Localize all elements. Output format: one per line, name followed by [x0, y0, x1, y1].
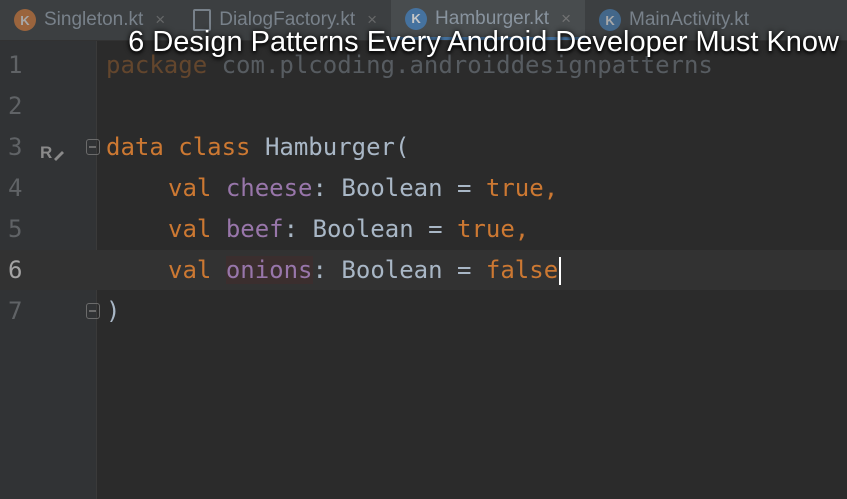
keyword: data class [106, 133, 251, 161]
line-number: 7 [8, 297, 23, 325]
line-number: 5 [8, 215, 23, 243]
code-line[interactable]: 4 val cheese: Boolean = true, [0, 168, 847, 208]
code-text: val beef: Boolean = true, [168, 209, 529, 249]
property-name: onions [225, 256, 313, 284]
type-annotation: : Boolean = [312, 174, 486, 202]
property-name: beef [225, 215, 284, 243]
text-cursor [559, 257, 562, 285]
type-annotation: : Boolean = [283, 215, 457, 243]
code-text: val cheese: Boolean = true, [168, 168, 558, 208]
fold-toggle-icon[interactable] [86, 139, 100, 155]
class-name: Hamburger( [250, 133, 410, 161]
line-number: 6 [8, 256, 23, 284]
keyword: val [168, 215, 212, 243]
closing-paren: ) [106, 297, 121, 325]
value-literal: false [485, 256, 559, 284]
code-line[interactable]: 7 ) [0, 291, 847, 331]
line-number: 3 [8, 133, 23, 161]
code-text: ) [106, 291, 120, 331]
fold-toggle-icon[interactable] [86, 303, 100, 319]
line-number: 4 [8, 174, 23, 202]
implement-marker-icon[interactable]: R [40, 133, 66, 173]
comma: , [543, 174, 559, 202]
code-text: data class Hamburger( [106, 127, 409, 167]
comma: , [514, 215, 530, 243]
code-line[interactable]: 3 R data class Hamburger( [0, 127, 847, 167]
code-line[interactable]: 5 val beef: Boolean = true, [0, 209, 847, 249]
keyword: val [168, 256, 212, 284]
type-annotation: : Boolean = [312, 256, 486, 284]
value-literal: true [457, 215, 515, 243]
code-line-current[interactable]: 6 val onions: Boolean = false [0, 250, 847, 290]
value-literal: true [485, 174, 544, 202]
line-number: 2 [8, 92, 23, 120]
code-text: val onions: Boolean = false [168, 250, 562, 290]
code-line[interactable]: 2 [0, 86, 847, 126]
keyword: val [168, 174, 212, 202]
property-name: cheese [225, 174, 313, 202]
video-title: 6 Design Patterns Every Android Develope… [128, 26, 839, 58]
